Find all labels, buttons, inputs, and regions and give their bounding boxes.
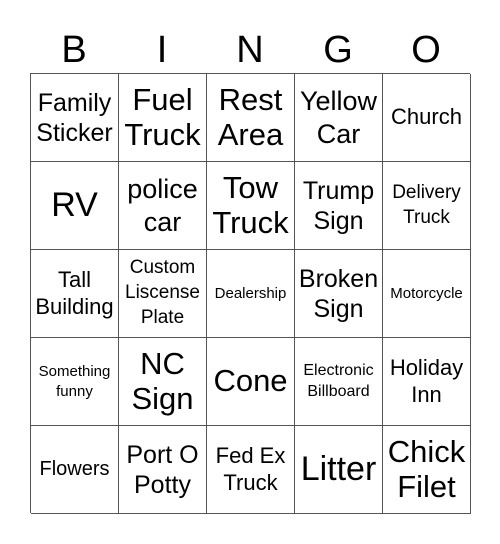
cell-label: RV	[51, 185, 98, 224]
bingo-cell[interactable]: Motorcycle	[383, 250, 471, 338]
cell-label: Dealership	[214, 284, 287, 302]
bingo-cell[interactable]: Fed Ex Truck	[207, 426, 295, 514]
cell-label: Litter	[300, 449, 377, 488]
cell-label: Tall Building	[35, 267, 114, 319]
cell-label: Something funny	[38, 363, 111, 400]
cell-label: Family Sticker	[36, 88, 113, 147]
cell-label: Yellow Car	[299, 86, 378, 149]
cell-label: Port O Potty	[126, 440, 199, 499]
bingo-cell[interactable]: Holiday Inn	[383, 338, 471, 426]
bingo-cell[interactable]: RV	[31, 162, 119, 250]
cell-label: Fuel Truck	[124, 81, 201, 152]
bingo-cell[interactable]: Custom Liscense Plate	[119, 250, 207, 338]
bingo-cell[interactable]: police car	[119, 162, 207, 250]
header-letter-o: O	[411, 29, 441, 71]
header-letter-b: B	[61, 29, 87, 71]
bingo-cell[interactable]: Fuel Truck	[119, 74, 207, 162]
cell-label: Electronic Billboard	[303, 361, 374, 400]
cell-label: police car	[127, 174, 198, 237]
cell-label: Trump Sign	[302, 176, 375, 235]
header-letter-g: G	[323, 29, 353, 71]
bingo-cell[interactable]: Yellow Car	[295, 74, 383, 162]
cell-label: Flowers	[39, 458, 110, 480]
bingo-cell[interactable]: Port O Potty	[119, 426, 207, 514]
bingo-cell[interactable]: NC Sign	[119, 338, 207, 426]
bingo-cell[interactable]: Dealership	[207, 250, 295, 338]
bingo-header: B I N G O	[30, 28, 470, 72]
bingo-card: Family Sticker Fuel Truck Rest Area Yell…	[30, 73, 471, 514]
cell-label: Tow Truck	[212, 169, 289, 240]
header-letter-i: I	[156, 29, 168, 71]
header-letter-n: N	[236, 29, 264, 71]
cell-label: Delivery Truck	[392, 181, 461, 228]
bingo-cell[interactable]: Church	[383, 74, 471, 162]
bingo-cell[interactable]: Tow Truck	[207, 162, 295, 250]
cell-label: Church	[391, 104, 462, 130]
bingo-cell[interactable]: Electronic Billboard	[295, 338, 383, 426]
cell-label: NC Sign	[131, 345, 194, 416]
cell-label: Fed Ex Truck	[215, 443, 286, 495]
cell-label: Rest Area	[217, 81, 284, 152]
bingo-cell[interactable]: Cone	[207, 338, 295, 426]
cell-label: Cone	[213, 363, 288, 399]
bingo-cell[interactable]: Something funny	[31, 338, 119, 426]
bingo-cell[interactable]: Trump Sign	[295, 162, 383, 250]
cell-label: Motorcycle	[390, 284, 463, 302]
cell-label: Broken Sign	[298, 264, 379, 323]
bingo-cell[interactable]: Flowers	[31, 426, 119, 514]
bingo-cell[interactable]: Tall Building	[31, 250, 119, 338]
cell-label: Custom Liscense Plate	[125, 257, 200, 328]
cell-label: Holiday Inn	[389, 355, 464, 407]
bingo-cell[interactable]: Delivery Truck	[383, 162, 471, 250]
bingo-cell[interactable]: Rest Area	[207, 74, 295, 162]
bingo-cell[interactable]: Litter	[295, 426, 383, 514]
bingo-cell[interactable]: Family Sticker	[31, 74, 119, 162]
cell-label: Chick Filet	[387, 433, 466, 504]
bingo-cell[interactable]: Broken Sign	[295, 250, 383, 338]
bingo-cell[interactable]: Chick Filet	[383, 426, 471, 514]
